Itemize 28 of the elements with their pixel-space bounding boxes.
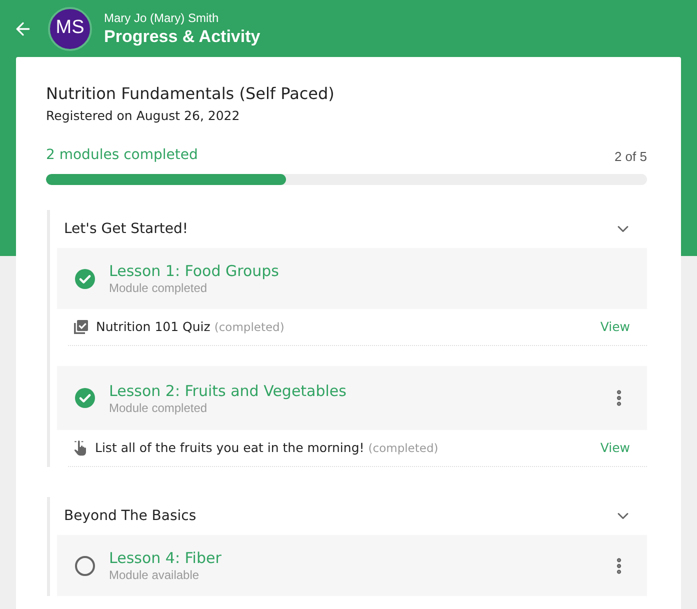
lesson-status: Module completed [109, 281, 208, 296]
section-header[interactable]: Let's Get Started! [57, 210, 647, 248]
avatar: MS [48, 6, 92, 50]
section-header[interactable]: Beyond The Basics [57, 497, 647, 535]
lesson-title[interactable]: Lesson 4: Fiber [109, 548, 222, 568]
lesson-status: Module available [109, 568, 200, 583]
pointing-hand-icon [74, 440, 87, 456]
activity-title: List all of the fruits you eat in the morning! [95, 438, 364, 457]
registered-date: Registered on August 26, 2022 [46, 107, 241, 125]
activity-title: Nutrition 101 Quiz [96, 318, 210, 336]
lesson-status: Module completed [109, 400, 208, 416]
page-title: Progress & Activity [104, 26, 260, 46]
lesson-row[interactable]: Lesson 1: Food Groups Module completed [57, 248, 647, 309]
activity-status: (completed) [368, 440, 438, 457]
progress-count: 2 of 5 [614, 149, 647, 165]
course-title: Nutrition Fundamentals (Self Paced) [46, 83, 336, 105]
lesson-title[interactable]: Lesson 2: Fruits and Vegetables [109, 380, 346, 400]
section-title: Beyond The Basics [64, 506, 196, 526]
checklist-icon [74, 320, 88, 334]
activity-status: (completed) [214, 318, 284, 336]
lesson-title[interactable]: Lesson 1: Food Groups [109, 261, 279, 281]
section-title: Let's Get Started! [64, 220, 188, 238]
view-link[interactable]: View [600, 438, 630, 458]
lesson-row[interactable]: Lesson 4: Fiber Module available [57, 535, 647, 596]
lesson-row[interactable]: Lesson 2: Fruits and Vegetables Module completed [57, 366, 647, 430]
progress-label: 2 modules completed [46, 146, 198, 165]
user-name: Mary Jo (Mary) Smith [104, 10, 220, 26]
view-link[interactable]: View [600, 318, 630, 336]
